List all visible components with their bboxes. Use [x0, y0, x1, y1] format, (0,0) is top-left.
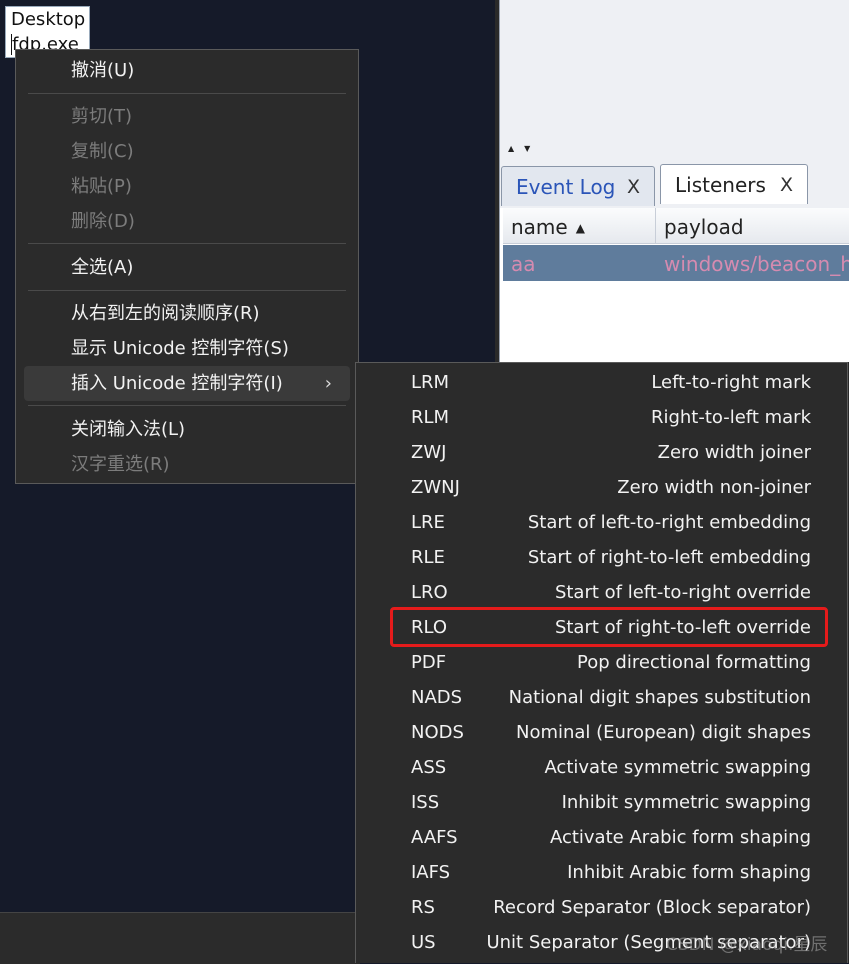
menu-item-show-unicode-control[interactable]: 显示 Unicode 控制字符(S) [24, 331, 350, 366]
cell-payload: windows/beacon_htt [664, 252, 849, 276]
submenu-item-nads[interactable]: NADS National digit shapes substitution [357, 680, 846, 715]
context-menu: 撤消(U) 剪切(T) 复制(C) 粘贴(P) 删除(D) 全选(A) 从右到左… [15, 49, 359, 484]
submenu-item-zwnj[interactable]: ZWNJ Zero width non-joiner [357, 470, 846, 505]
menu-item-rtl-reading-order[interactable]: 从右到左的阅读顺序(R) [24, 296, 350, 331]
app-top-panel [499, 0, 849, 144]
submenu-item-ass[interactable]: ASS Activate symmetric swapping [357, 750, 846, 785]
submenu-item-rs[interactable]: RS Record Separator (Block separator) [357, 890, 846, 925]
tab-event-log[interactable]: Event Log X [501, 166, 655, 206]
menu-separator [28, 93, 346, 94]
menu-item-paste: 粘贴(P) [71, 176, 132, 197]
column-header-payload[interactable]: payload [656, 208, 849, 244]
menu-separator [28, 243, 346, 244]
listeners-table: name ▲ payload aa windows/beacon_htt [499, 208, 849, 362]
menu-item-undo[interactable]: 撤消(U) [24, 53, 350, 88]
menu-item-select-all[interactable]: 全选(A) [24, 250, 350, 285]
submenu-item-aafs[interactable]: AAFS Activate Arabic form shaping [357, 820, 846, 855]
close-icon[interactable]: X [627, 167, 640, 207]
menu-item-close-ime[interactable]: 关闭输入法(L) [24, 412, 350, 447]
close-icon[interactable]: X [780, 165, 793, 205]
submenu-item-lro[interactable]: LRO Start of left-to-right override [357, 575, 846, 610]
menu-item-delete: 删除(D) [71, 211, 135, 232]
rlo-highlight-box [390, 607, 828, 647]
submenu-item-rlm[interactable]: RLM Right-to-left mark [357, 400, 846, 435]
sort-ascending-icon: ▲ [575, 221, 585, 235]
column-header-name[interactable]: name ▲ [503, 208, 656, 244]
tab-listeners[interactable]: Listeners X [660, 164, 808, 204]
submenu-item-lrm[interactable]: LRM Left-to-right mark [357, 365, 846, 400]
menu-item-cut: 剪切(T) [71, 106, 133, 127]
submenu-item-zwj[interactable]: ZWJ Zero width joiner [357, 435, 846, 470]
split-arrows-icon[interactable]: ▲▼ [508, 145, 540, 153]
cell-name: aa [511, 252, 536, 276]
menu-item-insert-unicode-label: 插入 Unicode 控制字符(I) [71, 373, 283, 394]
tab-bar: Event Log X Listeners X [499, 164, 849, 208]
split-divider[interactable]: ▲▼ [499, 144, 849, 165]
menu-item-copy: 复制(C) [71, 141, 134, 162]
chevron-right-icon: › [324, 373, 332, 394]
menu-item-reconversion: 汉字重选(R) [71, 454, 170, 475]
submenu-item-lre[interactable]: LRE Start of left-to-right embedding [357, 505, 846, 540]
table-row[interactable]: aa windows/beacon_htt [503, 245, 849, 281]
submenu-item-iafs[interactable]: IAFS Inhibit Arabic form shaping [357, 855, 846, 890]
menu-separator [28, 405, 346, 406]
watermark: CSDN @xiaoqi.星辰 [666, 935, 828, 955]
unicode-control-submenu: LRM Left-to-right mark RLM Right-to-left m… [355, 362, 848, 963]
submenu-item-iss[interactable]: ISS Inhibit symmetric swapping [357, 785, 846, 820]
tab-event-log-label: Event Log [516, 175, 616, 199]
submenu-item-rle[interactable]: RLE Start of right-to-left embedding [357, 540, 846, 575]
submenu-item-pdf[interactable]: PDF Pop directional formatting [357, 645, 846, 680]
desktop-label-line1: Desktop [11, 9, 86, 30]
menu-separator [28, 290, 346, 291]
tab-listeners-label: Listeners [675, 173, 766, 197]
taskbar-strip [0, 912, 360, 964]
menu-item-insert-unicode-control[interactable]: 插入 Unicode 控制字符(I) › [24, 366, 350, 401]
submenu-item-nods[interactable]: NODS Nominal (European) digit shapes [357, 715, 846, 750]
